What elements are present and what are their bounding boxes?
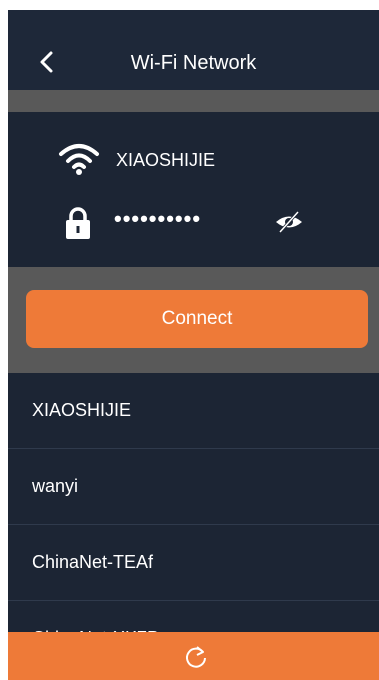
credentials-panel: XIAOSHIJIE ••••••••••	[8, 112, 379, 267]
eye-slash-icon	[276, 210, 302, 234]
refresh-button[interactable]	[183, 644, 209, 670]
network-item[interactable]: ChinaNet-TEAf	[8, 525, 379, 601]
header-bar: Wi-Fi Network	[8, 10, 379, 90]
password-row[interactable]: ••••••••••	[8, 200, 379, 260]
lock-icon	[66, 207, 90, 239]
network-item[interactable]: XIAOSHIJIE	[8, 373, 379, 449]
toggle-password-visibility[interactable]	[274, 210, 304, 234]
wifi-network-screen: Wi-Fi Network XIAOSHIJIE •••••••••• Conn…	[8, 10, 379, 680]
password-field[interactable]: ••••••••••	[114, 206, 201, 232]
connect-button[interactable]: Connect	[26, 290, 368, 348]
ssid-row[interactable]: XIAOSHIJIE	[8, 134, 379, 194]
page-title: Wi-Fi Network	[130, 52, 257, 74]
separator-strip	[8, 90, 379, 112]
network-item[interactable]: wanyi	[8, 449, 379, 525]
bottom-bar	[8, 632, 379, 680]
refresh-icon	[186, 646, 206, 668]
ssid-value: XIAOSHIJIE	[116, 150, 216, 170]
wifi-icon	[59, 144, 99, 175]
